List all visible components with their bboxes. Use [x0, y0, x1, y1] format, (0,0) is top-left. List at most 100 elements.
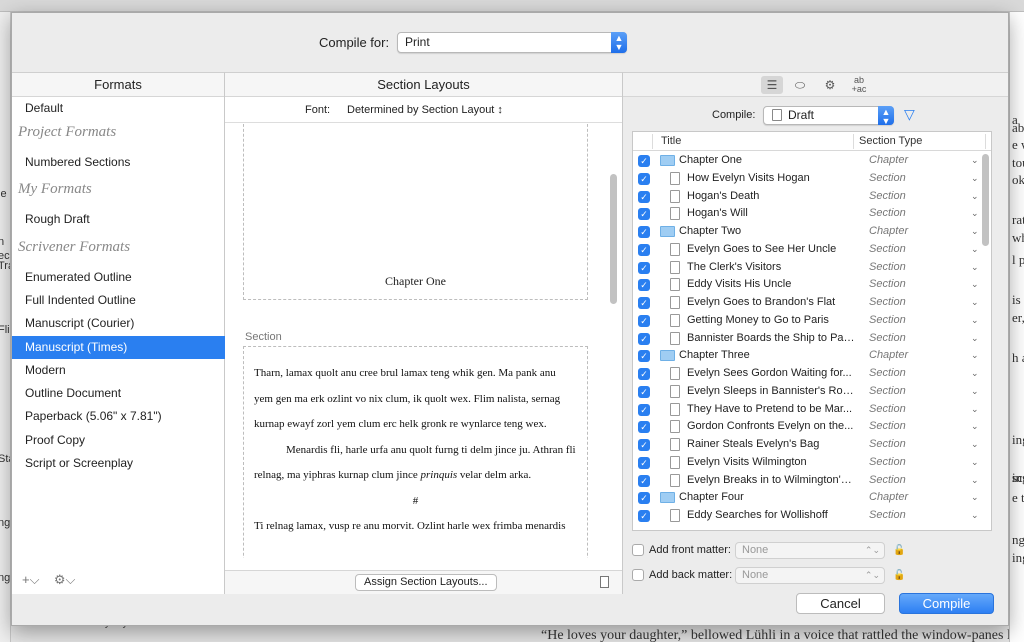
- table-row[interactable]: ✓ Evelyn Sees Gordon Waiting for... Sectio…: [633, 365, 985, 383]
- contents-scrollbar[interactable]: [982, 154, 989, 246]
- section-type-select[interactable]: Section: [869, 454, 906, 471]
- chevron-down-icon[interactable]: ⌄: [971, 205, 979, 222]
- section-type-select[interactable]: Section: [869, 383, 906, 400]
- chevron-down-icon[interactable]: ⌄: [971, 365, 979, 382]
- table-row[interactable]: ✓ Evelyn Breaks in to Wilmington's... Sect…: [633, 472, 985, 490]
- compile-for-select[interactable]: Print ▲ ▼: [397, 32, 627, 53]
- font-select[interactable]: Determined by Section Layout ↕: [347, 99, 503, 121]
- replacements-icon[interactable]: ab +ac: [848, 76, 870, 94]
- table-row[interactable]: ✓ Eddy Visits His Uncle Section ⌄: [633, 276, 985, 294]
- section-type-select[interactable]: Section: [869, 205, 906, 222]
- section-type-select[interactable]: Section: [869, 472, 906, 489]
- format-item[interactable]: Outline Document: [12, 382, 225, 405]
- chevron-down-icon[interactable]: ⌄: [971, 294, 979, 311]
- include-checkbox[interactable]: ✓: [638, 439, 650, 451]
- section-type-select[interactable]: Section: [869, 259, 906, 276]
- include-checkbox[interactable]: ✓: [638, 332, 650, 345]
- include-checkbox[interactable]: ✓: [638, 403, 650, 416]
- compile-button[interactable]: Compile: [899, 593, 994, 614]
- chevron-down-icon[interactable]: ⌄: [971, 188, 979, 205]
- section-type-select[interactable]: Section: [869, 188, 906, 205]
- front-matter-checkbox[interactable]: [632, 544, 644, 556]
- table-row[interactable]: ✓ They Have to Pretend to be Mar... Sectio…: [633, 401, 985, 419]
- table-row[interactable]: ✓ How Evelyn Visits Hogan Section ⌄: [633, 170, 985, 188]
- table-row[interactable]: ✓ Eddy Searches for Wollishoff Section ⌄: [633, 507, 985, 525]
- chevron-down-icon[interactable]: ⌄: [971, 436, 979, 453]
- chevron-down-icon[interactable]: ⌄: [971, 347, 979, 364]
- section-type-select[interactable]: Section: [869, 276, 906, 293]
- include-checkbox[interactable]: ✓: [638, 208, 650, 221]
- format-item[interactable]: Rough Draft: [12, 208, 225, 231]
- chevron-down-icon[interactable]: ⌄: [971, 152, 979, 169]
- include-checkbox[interactable]: ✓: [638, 368, 650, 380]
- include-checkbox[interactable]: ✓: [638, 279, 650, 292]
- chevron-down-icon[interactable]: ⌄: [971, 312, 979, 329]
- section-type-select[interactable]: Section: [869, 312, 906, 329]
- include-checkbox[interactable]: ✓: [638, 314, 650, 327]
- section-type-select[interactable]: Section: [869, 365, 906, 382]
- section-type-select[interactable]: Section: [869, 436, 906, 453]
- lock-icon[interactable]: 🔓: [893, 542, 905, 560]
- section-type-select[interactable]: Chapter: [869, 489, 908, 506]
- table-row[interactable]: ✓ The Clerk's Visitors Section ⌄: [633, 259, 985, 277]
- format-item[interactable]: Enumerated Outline: [12, 266, 225, 289]
- chevron-down-icon[interactable]: ⌄: [971, 276, 979, 293]
- chevron-down-icon[interactable]: ⌄: [971, 241, 979, 258]
- include-checkbox[interactable]: ✓: [638, 421, 650, 434]
- format-item[interactable]: Full Indented Outline: [12, 289, 225, 312]
- section-type-column-header[interactable]: Section Type: [859, 132, 922, 150]
- table-row[interactable]: ✓ Evelyn Goes to Brandon's Flat Section ⌄: [633, 294, 985, 312]
- section-type-select[interactable]: Section: [869, 507, 906, 524]
- assign-section-layouts-button[interactable]: Assign Section Layouts...: [355, 574, 497, 591]
- section-type-select[interactable]: Section: [869, 294, 906, 311]
- front-matter-select[interactable]: None ⌃⌄: [735, 542, 885, 559]
- chevron-down-icon[interactable]: ⌄: [971, 418, 979, 435]
- include-checkbox[interactable]: ✓: [638, 261, 650, 274]
- chevron-down-icon[interactable]: ⌄: [971, 507, 979, 524]
- include-checkbox[interactable]: ✓: [638, 297, 650, 309]
- format-item[interactable]: Script or Screenplay: [12, 452, 225, 475]
- section-type-select[interactable]: Chapter: [869, 223, 908, 240]
- table-row[interactable]: ✓ Evelyn Sleeps in Bannister's Room Sectio…: [633, 383, 985, 401]
- preview-scrollbar[interactable]: [610, 174, 617, 304]
- add-format-icon[interactable]: +⌵: [22, 572, 39, 587]
- filter-icon[interactable]: ▽: [904, 106, 915, 123]
- include-checkbox[interactable]: ✓: [638, 510, 650, 522]
- section-type-select[interactable]: Section: [869, 401, 906, 418]
- section-type-select[interactable]: Chapter: [869, 152, 908, 169]
- section-type-select[interactable]: Section: [869, 418, 906, 435]
- options-gear-icon[interactable]: ⚙: [819, 76, 841, 94]
- chevron-down-icon[interactable]: ⌄: [971, 454, 979, 471]
- include-checkbox[interactable]: ✓: [638, 492, 650, 505]
- include-checkbox[interactable]: ✓: [638, 385, 650, 398]
- table-row[interactable]: ✓ Chapter One Chapter ⌄: [633, 152, 985, 170]
- section-type-select[interactable]: Section: [869, 330, 906, 347]
- chevron-down-icon[interactable]: ⌄: [971, 489, 979, 506]
- format-item-default[interactable]: Default: [12, 97, 225, 120]
- label-tab-icon[interactable]: ⬭: [789, 76, 811, 94]
- include-checkbox[interactable]: ✓: [638, 474, 650, 487]
- chevron-down-icon[interactable]: ⌄: [971, 223, 979, 240]
- include-checkbox[interactable]: ✓: [638, 172, 650, 185]
- format-item[interactable]: Manuscript (Courier): [12, 312, 225, 335]
- table-row[interactable]: ✓ Gordon Confronts Evelyn on the... Sectio…: [633, 418, 985, 436]
- table-row[interactable]: ✓ Hogan's Death Section ⌄: [633, 188, 985, 206]
- table-row[interactable]: ✓ Rainer Steals Evelyn's Bag Section ⌄: [633, 436, 985, 454]
- table-row[interactable]: ✓ Hogan's Will Section ⌄: [633, 205, 985, 223]
- table-row[interactable]: ✓ Evelyn Goes to See Her Uncle Section ⌄: [633, 241, 985, 259]
- chevron-down-icon[interactable]: ⌄: [971, 330, 979, 347]
- include-checkbox[interactable]: ✓: [638, 456, 650, 469]
- cancel-button[interactable]: Cancel: [796, 593, 885, 614]
- table-row[interactable]: ✓ Evelyn Visits Wilmington Section ⌄: [633, 454, 985, 472]
- section-type-select[interactable]: Chapter: [869, 347, 908, 364]
- include-checkbox[interactable]: ✓: [638, 350, 650, 363]
- lock-icon[interactable]: 🔓: [893, 567, 905, 585]
- chevron-down-icon[interactable]: ⌄: [971, 259, 979, 276]
- format-item[interactable]: Proof Copy: [12, 429, 225, 452]
- chevron-down-icon[interactable]: ⌄: [971, 383, 979, 400]
- compile-group-select[interactable]: Draft ▲ ▼: [763, 106, 894, 126]
- chevron-down-icon[interactable]: ⌄: [971, 401, 979, 418]
- format-item[interactable]: Modern: [12, 359, 225, 382]
- section-type-select[interactable]: Section: [869, 170, 906, 187]
- title-column-header[interactable]: Title: [661, 132, 681, 150]
